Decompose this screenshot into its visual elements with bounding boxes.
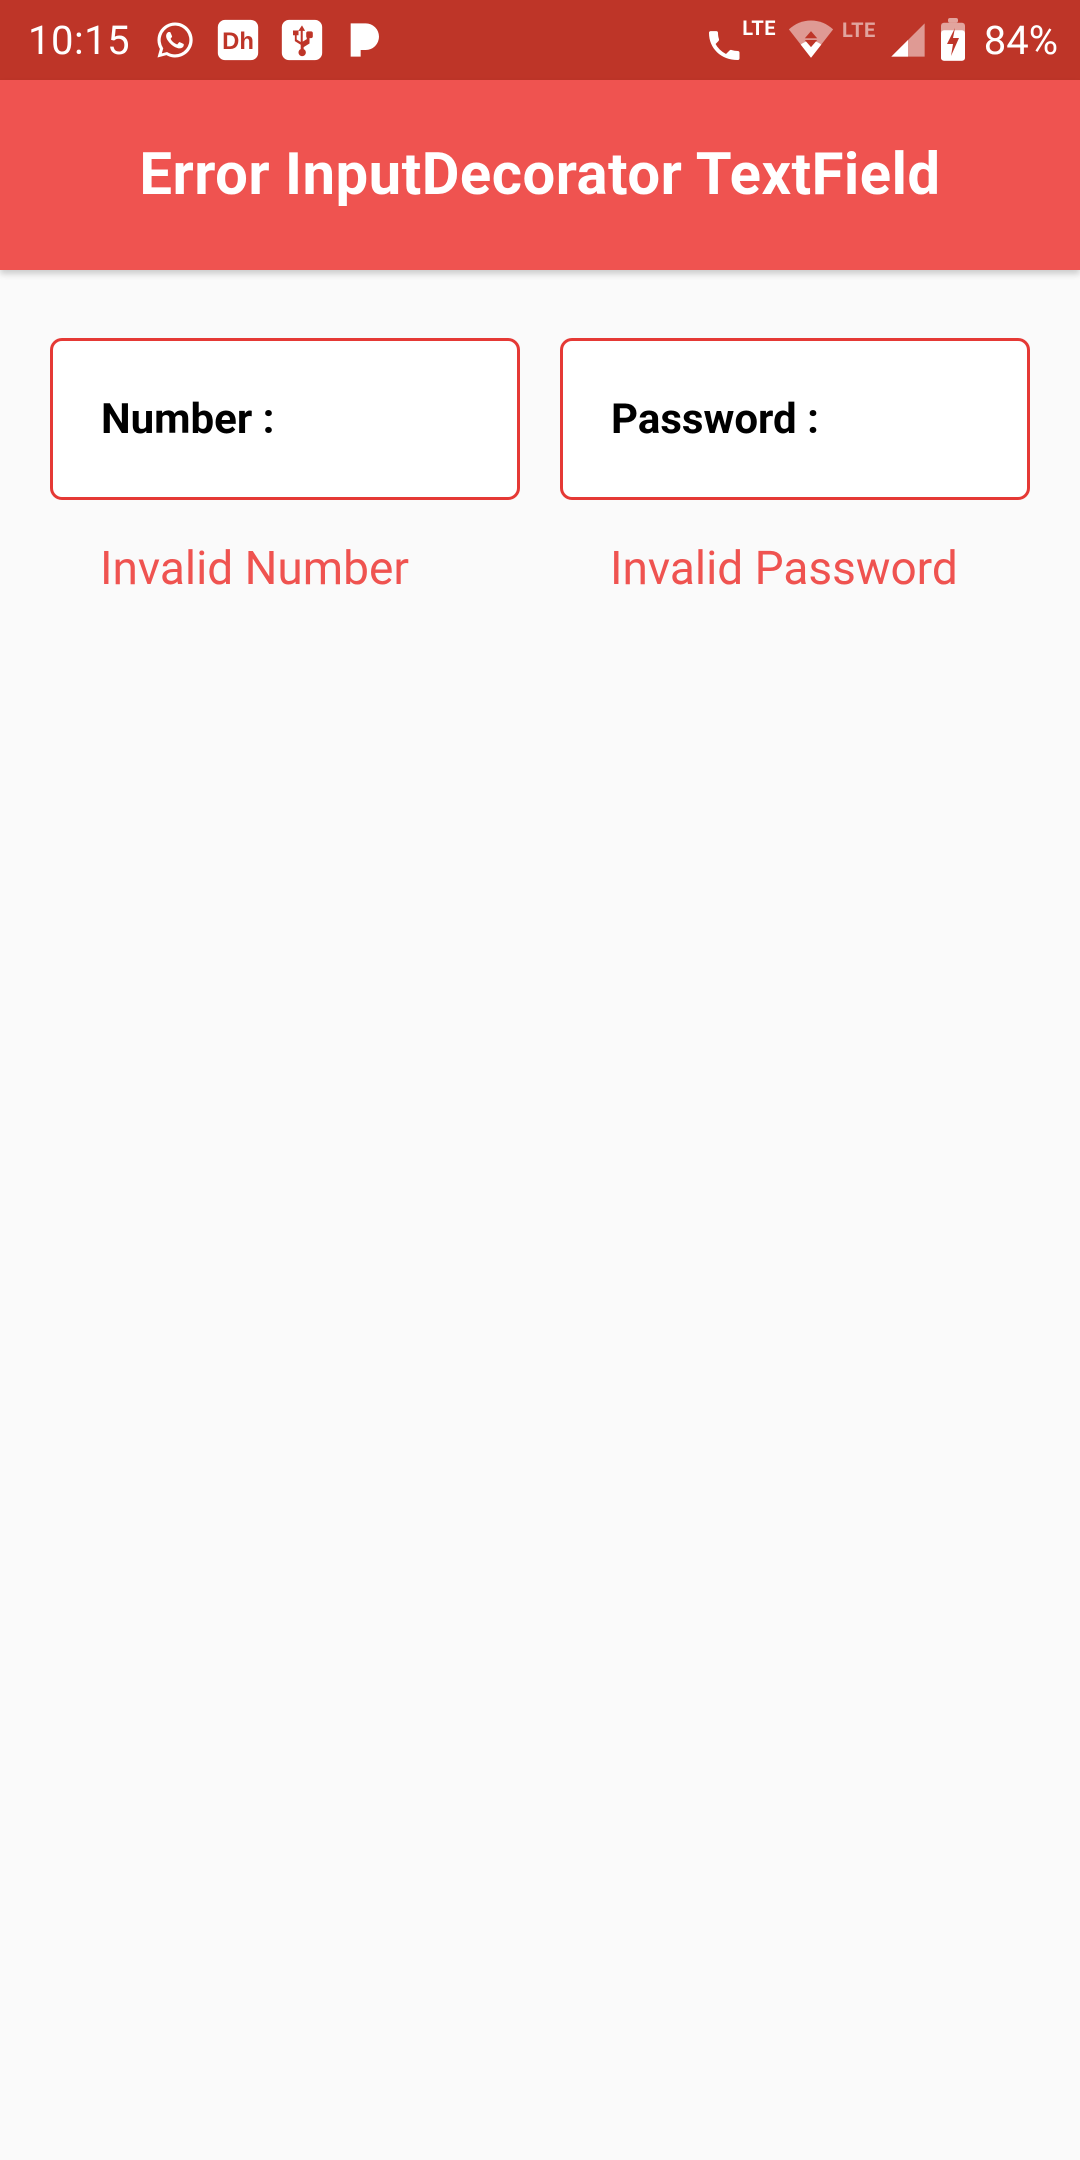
svg-text:Dh: Dh xyxy=(222,28,254,55)
battery-charging-icon xyxy=(938,18,968,62)
cellular-signal-icon xyxy=(888,20,928,60)
wifi-icon xyxy=(788,20,834,60)
whatsapp-icon xyxy=(154,19,196,61)
status-bar-right: LTE LTE 84% xyxy=(704,15,1058,65)
number-input-outline[interactable] xyxy=(50,338,520,500)
form-content: Invalid Number Invalid Password xyxy=(0,270,1080,596)
number-error-text: Invalid Number xyxy=(50,500,520,596)
dh-icon: Dh xyxy=(216,18,260,62)
lte-dim-label: LTE xyxy=(842,18,876,42)
app-bar: Error InputDecorator TextField xyxy=(0,80,1080,270)
status-time: 10:15 xyxy=(28,17,130,64)
app-bar-title: Error InputDecorator TextField xyxy=(139,141,940,209)
lte-label: LTE xyxy=(742,16,776,40)
status-bar-left: 10:15 Dh xyxy=(28,17,704,64)
usb-icon xyxy=(280,18,324,62)
wifi-calling-icon: LTE xyxy=(704,15,778,65)
pandora-icon xyxy=(344,20,384,60)
number-input[interactable] xyxy=(101,395,469,444)
password-field-column: Invalid Password xyxy=(560,338,1030,596)
password-input[interactable] xyxy=(611,395,979,444)
android-status-bar: 10:15 Dh LTE LTE 84% xyxy=(0,0,1080,80)
password-input-outline[interactable] xyxy=(560,338,1030,500)
battery-percentage: 84% xyxy=(984,17,1058,64)
number-field-column: Invalid Number xyxy=(50,338,520,596)
password-error-text: Invalid Password xyxy=(560,500,1030,596)
